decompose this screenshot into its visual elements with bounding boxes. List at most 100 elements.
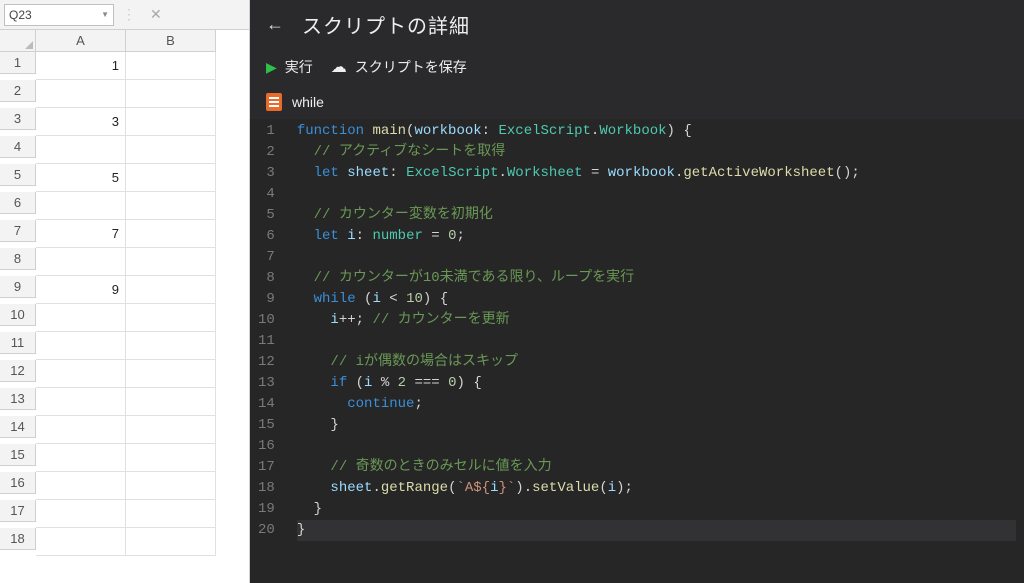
column-header[interactable]: B [126, 30, 216, 52]
row-header[interactable]: 7 [0, 220, 36, 242]
column-header[interactable]: A [36, 30, 126, 52]
cell-grid[interactable]: AB11233455677899101112131415161718 [0, 30, 249, 556]
select-all-corner[interactable] [0, 30, 36, 52]
cell[interactable] [126, 80, 216, 108]
code-line[interactable]: sheet.getRange(`A${i}`).setValue(i); [297, 478, 1016, 499]
code-line[interactable]: // 奇数のときのみセルに値を入力 [297, 457, 1016, 478]
line-number: 19 [258, 499, 275, 520]
cell[interactable] [126, 192, 216, 220]
panel-title: スクリプトの詳細 [302, 10, 470, 39]
row-header[interactable]: 11 [0, 332, 36, 354]
row-header[interactable]: 6 [0, 192, 36, 214]
cell[interactable] [36, 528, 126, 556]
cell[interactable] [36, 360, 126, 388]
code-editor[interactable]: 1234567891011121314151617181920 function… [250, 119, 1024, 583]
row-header[interactable]: 14 [0, 416, 36, 438]
cell[interactable] [36, 500, 126, 528]
name-box-dropdown-icon[interactable]: ▼ [101, 10, 109, 19]
code-line[interactable]: continue; [297, 394, 1016, 415]
row-header[interactable]: 10 [0, 304, 36, 326]
code-line[interactable]: let i: number = 0; [297, 226, 1016, 247]
cell[interactable] [36, 388, 126, 416]
row-header[interactable]: 15 [0, 444, 36, 466]
line-number: 15 [258, 415, 275, 436]
row-header[interactable]: 12 [0, 360, 36, 382]
line-number: 5 [258, 205, 275, 226]
cell[interactable]: 7 [36, 220, 126, 248]
code-area[interactable]: function main(workbook: ExcelScript.Work… [289, 119, 1024, 583]
line-number: 17 [258, 457, 275, 478]
code-line[interactable]: // カウンター変数を初期化 [297, 205, 1016, 226]
cell[interactable] [126, 304, 216, 332]
cell[interactable] [126, 444, 216, 472]
row-header[interactable]: 8 [0, 248, 36, 270]
cell[interactable] [36, 472, 126, 500]
cell[interactable] [36, 192, 126, 220]
cell[interactable] [36, 332, 126, 360]
row-header[interactable]: 13 [0, 388, 36, 410]
row-header[interactable]: 4 [0, 136, 36, 158]
code-line[interactable]: } [297, 415, 1016, 436]
row-header[interactable]: 9 [0, 276, 36, 298]
name-box[interactable]: Q23 ▼ [4, 4, 114, 26]
code-line[interactable]: } [297, 520, 1016, 541]
cell[interactable] [36, 248, 126, 276]
code-line[interactable]: // カウンターが10未満である限り、ループを実行 [297, 268, 1016, 289]
line-number: 9 [258, 289, 275, 310]
line-number: 6 [258, 226, 275, 247]
code-line[interactable]: // iが偶数の場合はスキップ [297, 352, 1016, 373]
cell[interactable] [126, 248, 216, 276]
row-header[interactable]: 3 [0, 108, 36, 130]
code-line[interactable]: while (i < 10) { [297, 289, 1016, 310]
line-number: 3 [258, 163, 275, 184]
cell[interactable] [126, 416, 216, 444]
row-header[interactable]: 5 [0, 164, 36, 186]
code-line[interactable]: // アクティブなシートを取得 [297, 142, 1016, 163]
cell[interactable] [126, 276, 216, 304]
code-line[interactable]: i++; // カウンターを更新 [297, 310, 1016, 331]
cell[interactable] [126, 360, 216, 388]
cell[interactable] [126, 472, 216, 500]
cell[interactable]: 9 [36, 276, 126, 304]
code-line[interactable]: let sheet: ExcelScript.Worksheet = workb… [297, 163, 1016, 184]
line-number: 12 [258, 352, 275, 373]
code-line[interactable]: } [297, 499, 1016, 520]
cell[interactable] [36, 136, 126, 164]
code-line[interactable] [297, 184, 1016, 205]
cell[interactable] [126, 220, 216, 248]
cell[interactable] [126, 164, 216, 192]
code-line[interactable] [297, 331, 1016, 352]
line-number: 1 [258, 121, 275, 142]
cancel-icon[interactable]: ✕ [144, 6, 168, 23]
back-arrow-icon[interactable]: ← [266, 14, 284, 35]
line-number: 13 [258, 373, 275, 394]
cell[interactable]: 5 [36, 164, 126, 192]
line-number: 16 [258, 436, 275, 457]
cell[interactable] [126, 332, 216, 360]
cell[interactable] [36, 416, 126, 444]
code-line[interactable] [297, 436, 1016, 457]
code-line[interactable] [297, 247, 1016, 268]
cell[interactable] [126, 528, 216, 556]
line-number: 2 [258, 142, 275, 163]
cell[interactable] [36, 444, 126, 472]
run-button[interactable]: ▶ 実行 [266, 57, 313, 77]
code-line[interactable]: if (i % 2 === 0) { [297, 373, 1016, 394]
cell[interactable] [126, 136, 216, 164]
cell[interactable] [126, 108, 216, 136]
cell[interactable]: 3 [36, 108, 126, 136]
cell[interactable] [36, 304, 126, 332]
cell[interactable] [36, 80, 126, 108]
spreadsheet-pane: Q23 ▼ ⋮ ✕ AB1123345567789910111213141516… [0, 0, 250, 583]
row-header[interactable]: 16 [0, 472, 36, 494]
save-script-button[interactable]: ☁ スクリプトを保存 [331, 57, 467, 77]
cell[interactable] [126, 500, 216, 528]
cell[interactable]: 1 [36, 52, 126, 80]
row-header[interactable]: 2 [0, 80, 36, 102]
row-header[interactable]: 18 [0, 528, 36, 550]
row-header[interactable]: 1 [0, 52, 36, 74]
code-line[interactable]: function main(workbook: ExcelScript.Work… [297, 121, 1016, 142]
cell[interactable] [126, 52, 216, 80]
row-header[interactable]: 17 [0, 500, 36, 522]
cell[interactable] [126, 388, 216, 416]
